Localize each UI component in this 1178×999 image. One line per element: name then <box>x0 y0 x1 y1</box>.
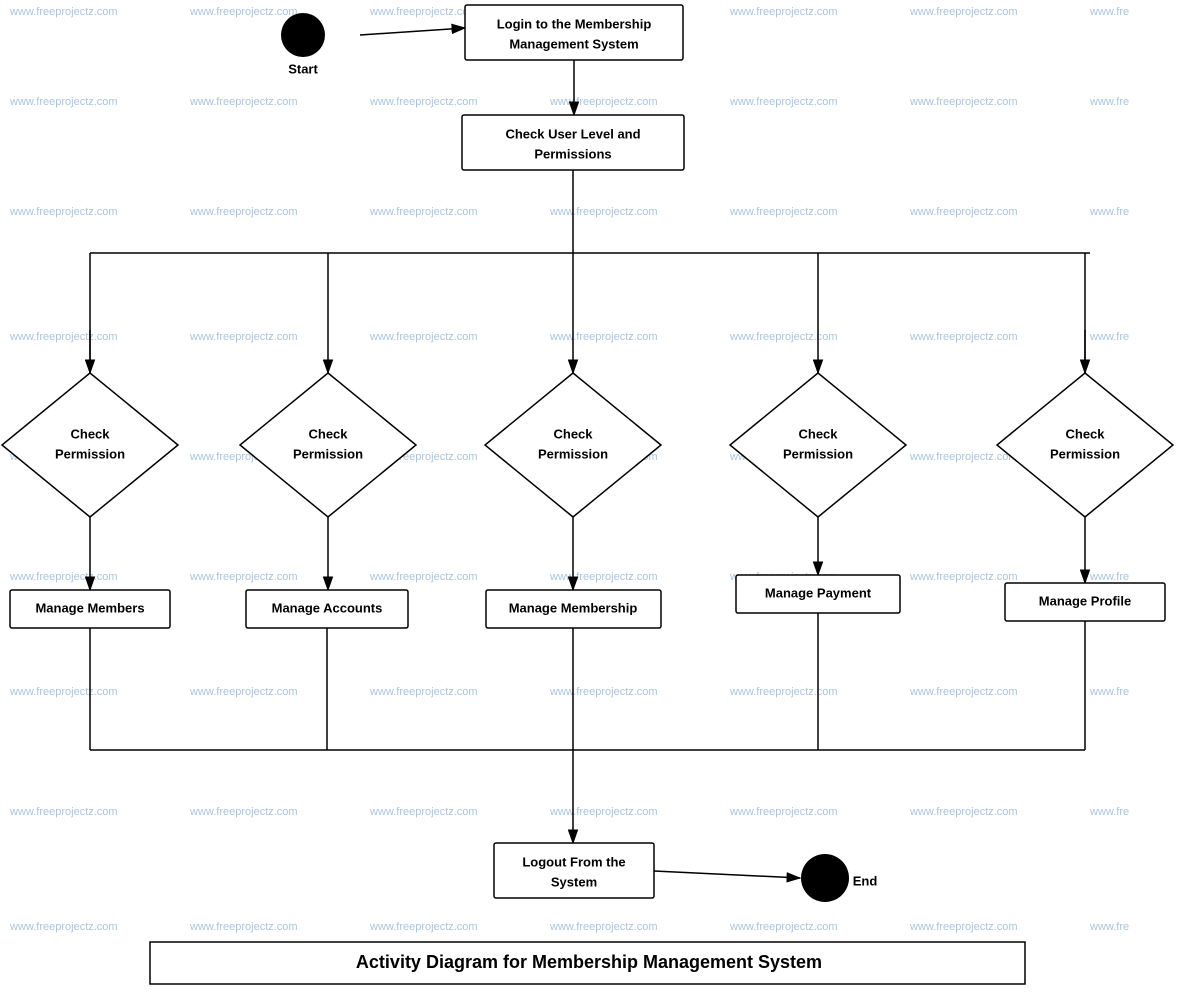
svg-text:www.freeprojectz.com: www.freeprojectz.com <box>9 806 118 818</box>
svg-text:www.freeprojectz.com: www.freeprojectz.com <box>189 806 298 818</box>
svg-text:www.freeprojectz.com: www.freeprojectz.com <box>549 206 658 218</box>
svg-text:www.freeprojectz.com: www.freeprojectz.com <box>369 686 478 698</box>
svg-text:www.freeprojectz.com: www.freeprojectz.com <box>549 96 658 108</box>
start-circle <box>281 13 325 57</box>
login-box <box>465 5 683 60</box>
svg-text:www.freeprojectz.com: www.freeprojectz.com <box>9 331 118 343</box>
svg-text:www.freeprojectz.com: www.freeprojectz.com <box>189 6 298 18</box>
check-user-text2: Permissions <box>534 146 611 161</box>
svg-text:www.freeprojectz.com: www.freeprojectz.com <box>549 921 658 933</box>
svg-text:www.freeprojectz.com: www.freeprojectz.com <box>369 806 478 818</box>
svg-text:www.freeprojectz.com: www.freeprojectz.com <box>549 571 658 583</box>
svg-text:www.freeprojectz.com: www.freeprojectz.com <box>189 206 298 218</box>
svg-text:www.freeprojectz.com: www.freeprojectz.com <box>549 806 658 818</box>
manage-profile-text: Manage Profile <box>1039 593 1131 608</box>
svg-text:www.freeprojectz.com: www.freeprojectz.com <box>729 686 838 698</box>
svg-text:www.freeprojectz.com: www.freeprojectz.com <box>9 686 118 698</box>
svg-text:www.freeprojectz.com: www.freeprojectz.com <box>909 6 1018 18</box>
svg-text:www.freeprojectz.com: www.freeprojectz.com <box>549 686 658 698</box>
svg-text:www.freeprojectz.com: www.freeprojectz.com <box>369 6 478 18</box>
svg-text:www.freeprojectz.com: www.freeprojectz.com <box>9 921 118 933</box>
svg-text:www.fre: www.fre <box>1089 206 1129 218</box>
svg-text:www.freeprojectz.com: www.freeprojectz.com <box>729 331 838 343</box>
diamond4-text1: Check <box>798 426 838 441</box>
svg-text:www.freeprojectz.com: www.freeprojectz.com <box>9 571 118 583</box>
diamond4 <box>730 373 906 517</box>
svg-text:www.freeprojectz.com: www.freeprojectz.com <box>909 921 1018 933</box>
manage-accounts-text: Manage Accounts <box>272 600 383 615</box>
diagram-title: Activity Diagram for Membership Manageme… <box>356 952 822 972</box>
logout-text2: System <box>551 874 597 889</box>
login-text2: Management System <box>509 36 638 51</box>
diamond1-text2: Permission <box>55 446 125 461</box>
svg-text:www.freeprojectz.com: www.freeprojectz.com <box>729 6 838 18</box>
svg-text:www.fre: www.fre <box>1089 921 1129 933</box>
svg-text:www.fre: www.fre <box>1089 571 1129 583</box>
check-user-text1: Check User Level and <box>505 126 640 141</box>
diagram-container: www.freeprojectz.com www.freeprojectz.co… <box>0 0 1178 994</box>
svg-text:www.freeprojectz.com: www.freeprojectz.com <box>909 331 1018 343</box>
diamond3-text2: Permission <box>538 446 608 461</box>
diamond1 <box>2 373 178 517</box>
svg-text:www.freeprojectz.com: www.freeprojectz.com <box>729 206 838 218</box>
diamond5-text1: Check <box>1065 426 1105 441</box>
svg-text:www.freeprojectz.com: www.freeprojectz.com <box>189 96 298 108</box>
svg-text:www.freeprojectz.com: www.freeprojectz.com <box>909 206 1018 218</box>
svg-text:www.freeprojectz.com: www.freeprojectz.com <box>369 571 478 583</box>
diamond5-text2: Permission <box>1050 446 1120 461</box>
svg-text:www.fre: www.fre <box>1089 331 1129 343</box>
manage-payment-text: Manage Payment <box>765 585 872 600</box>
svg-text:www.freeprojectz.com: www.freeprojectz.com <box>189 331 298 343</box>
svg-text:www.freeprojectz.com: www.freeprojectz.com <box>909 806 1018 818</box>
diamond1-text1: Check <box>70 426 110 441</box>
svg-text:www.freeprojectz.com: www.freeprojectz.com <box>369 331 478 343</box>
login-text: Login to the Membership <box>497 16 652 31</box>
svg-text:www.fre: www.fre <box>1089 806 1129 818</box>
manage-membership-text: Manage Membership <box>509 600 638 615</box>
diamond2-text1: Check <box>308 426 348 441</box>
svg-text:www.freeprojectz.com: www.freeprojectz.com <box>729 806 838 818</box>
check-user-box <box>462 115 684 170</box>
svg-text:www.freeprojectz.com: www.freeprojectz.com <box>9 96 118 108</box>
logout-text1: Logout From the <box>522 854 625 869</box>
svg-text:www.freeprojectz.com: www.freeprojectz.com <box>909 451 1018 463</box>
diamond5 <box>997 373 1173 517</box>
svg-text:www.fre: www.fre <box>1089 6 1129 18</box>
svg-text:www.freeprojectz.com: www.freeprojectz.com <box>369 96 478 108</box>
svg-text:www.freeprojectz.com: www.freeprojectz.com <box>729 921 838 933</box>
diamond3-text1: Check <box>553 426 593 441</box>
svg-text:www.freeprojectz.com: www.freeprojectz.com <box>9 6 118 18</box>
svg-text:www.freeprojectz.com: www.freeprojectz.com <box>369 921 478 933</box>
end-circle <box>801 854 849 902</box>
svg-text:www.freeprojectz.com: www.freeprojectz.com <box>189 921 298 933</box>
svg-text:www.freeprojectz.com: www.freeprojectz.com <box>369 206 478 218</box>
diamond2-text2: Permission <box>293 446 363 461</box>
svg-text:www.freeprojectz.com: www.freeprojectz.com <box>909 96 1018 108</box>
svg-text:www.freeprojectz.com: www.freeprojectz.com <box>189 686 298 698</box>
svg-text:www.freeprojectz.com: www.freeprojectz.com <box>189 571 298 583</box>
svg-text:www.freeprojectz.com: www.freeprojectz.com <box>909 571 1018 583</box>
diamond2 <box>240 373 416 517</box>
end-label: End <box>853 873 878 888</box>
svg-text:www.fre: www.fre <box>1089 686 1129 698</box>
diamond4-text2: Permission <box>783 446 853 461</box>
diamond3 <box>485 373 661 517</box>
svg-text:www.freeprojectz.com: www.freeprojectz.com <box>9 206 118 218</box>
svg-text:www.freeprojectz.com: www.freeprojectz.com <box>909 686 1018 698</box>
manage-members-text: Manage Members <box>35 600 144 615</box>
svg-text:www.freeprojectz.com: www.freeprojectz.com <box>549 331 658 343</box>
start-label: Start <box>288 61 318 76</box>
logout-box <box>494 843 654 898</box>
svg-text:www.freeprojectz.com: www.freeprojectz.com <box>729 96 838 108</box>
svg-text:www.fre: www.fre <box>1089 96 1129 108</box>
